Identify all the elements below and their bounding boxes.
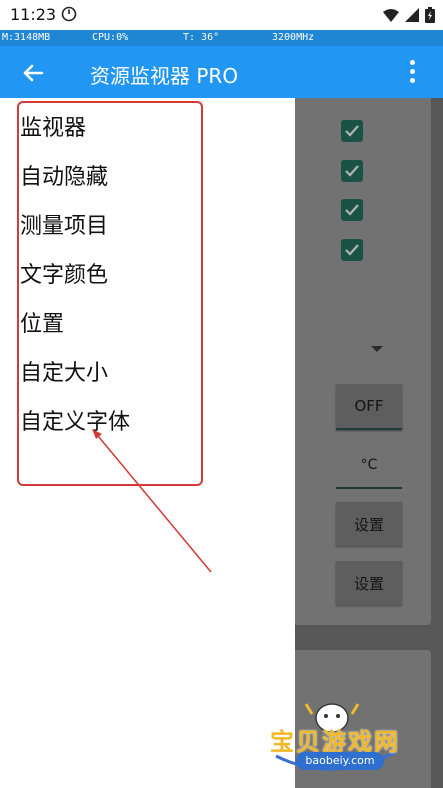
annotation-arrow [92, 429, 212, 573]
watermark-url: baobeiy.com [296, 752, 384, 770]
